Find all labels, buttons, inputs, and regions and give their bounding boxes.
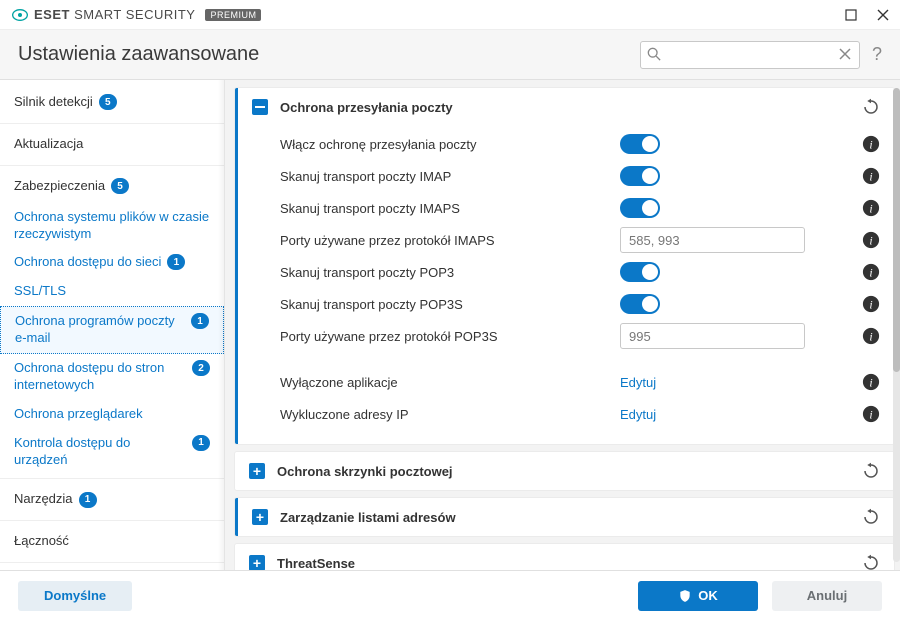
svg-text:i: i: [869, 331, 872, 344]
sidebar-item-detection-engine[interactable]: Silnik detekcji5: [0, 86, 224, 119]
row-excluded-ips: Wykluczone adresy IP Edytuj i: [280, 398, 880, 430]
toggle-scan-pop3s[interactable]: [620, 294, 660, 314]
header: Ustawienia zaawansowane ?: [0, 30, 900, 80]
shield-icon: [678, 589, 692, 603]
cancel-button[interactable]: Anuluj: [772, 581, 882, 611]
link-edit-excluded-ips[interactable]: Edytuj: [620, 407, 656, 422]
sidebar-sub-network-access[interactable]: Ochrona dostępu do sieci1: [0, 248, 224, 277]
sidebar-sub-web-access[interactable]: Ochrona dostępu do stron internetowych2: [0, 354, 224, 400]
panel-email-transport-protection: Ochrona przesyłania poczty Włącz ochronę…: [235, 88, 894, 444]
main-content: Ochrona przesyłania poczty Włącz ochronę…: [225, 80, 900, 570]
titlebar: ESET SMART SECURITY PREMIUM: [0, 0, 900, 30]
info-icon[interactable]: i: [862, 263, 880, 281]
expand-icon: +: [249, 555, 265, 570]
svg-text:i: i: [869, 299, 872, 312]
panel-head-email-transport[interactable]: Ochrona przesyłania poczty: [238, 88, 894, 126]
info-icon[interactable]: i: [862, 295, 880, 313]
panel-address-lists: + Zarządzanie listami adresów: [235, 498, 894, 536]
panel-head-mailbox[interactable]: + Ochrona skrzynki pocztowej: [235, 452, 894, 490]
window-maximize-button[interactable]: [842, 6, 860, 24]
toggle-enable-email-transport[interactable]: [620, 134, 660, 154]
search-icon: [647, 47, 661, 61]
svg-text:i: i: [869, 171, 872, 184]
panel-head-address-lists[interactable]: + Zarządzanie listami adresów: [238, 498, 894, 536]
eset-logo-icon: [12, 7, 28, 23]
scrollbar-thumb[interactable]: [893, 88, 900, 372]
ok-button[interactable]: OK: [638, 581, 758, 611]
info-icon[interactable]: i: [862, 405, 880, 423]
search-wrap: [640, 41, 860, 69]
row-scan-imaps: Skanuj transport poczty IMAPS i: [280, 192, 880, 224]
link-edit-excluded-apps[interactable]: Edytuj: [620, 375, 656, 390]
sidebar-item-connectivity[interactable]: Łączność: [0, 525, 224, 558]
info-icon[interactable]: i: [862, 199, 880, 217]
svg-text:i: i: [869, 203, 872, 216]
row-scan-pop3: Skanuj transport poczty POP3 i: [280, 256, 880, 288]
help-button[interactable]: ?: [872, 44, 882, 65]
row-scan-imap: Skanuj transport poczty IMAP i: [280, 160, 880, 192]
sidebar-item-protections[interactable]: Zabezpieczenia5: [0, 170, 224, 203]
panel-threatsense: + ThreatSense: [235, 544, 894, 570]
sidebar-sub-ssl-tls[interactable]: SSL/TLS: [0, 277, 224, 306]
undo-icon[interactable]: [862, 462, 880, 480]
undo-icon[interactable]: [862, 508, 880, 526]
info-icon[interactable]: i: [862, 327, 880, 345]
brand: ESET SMART SECURITY PREMIUM: [12, 7, 261, 23]
sidebar-item-ui[interactable]: Interfejs użytkownika2: [0, 567, 224, 570]
toggle-scan-pop3[interactable]: [620, 262, 660, 282]
svg-text:i: i: [869, 377, 872, 390]
svg-text:i: i: [869, 139, 872, 152]
clear-search-icon[interactable]: [837, 46, 853, 62]
search-input[interactable]: [640, 41, 860, 69]
toggle-scan-imaps[interactable]: [620, 198, 660, 218]
row-excluded-apps: Wyłączone aplikacje Edytuj i: [280, 366, 880, 398]
panel-title: Zarządzanie listami adresów: [280, 510, 862, 525]
page-title: Ustawienia zaawansowane: [18, 43, 259, 66]
panel-title: Ochrona przesyłania poczty: [280, 100, 862, 115]
brand-tier-badge: PREMIUM: [205, 9, 261, 21]
undo-icon[interactable]: [862, 98, 880, 116]
input-imaps-ports[interactable]: [620, 227, 805, 253]
sidebar: Silnik detekcji5 Aktualizacja Zabezpiecz…: [0, 80, 225, 570]
expand-icon: +: [249, 463, 265, 479]
info-icon[interactable]: i: [862, 231, 880, 249]
collapse-icon: [252, 99, 268, 115]
sidebar-sub-device-control[interactable]: Kontrola dostępu do urządzeń1: [0, 429, 224, 475]
panel-title: ThreatSense: [277, 556, 862, 571]
defaults-button[interactable]: Domyślne: [18, 581, 132, 611]
expand-icon: +: [252, 509, 268, 525]
row-scan-pop3s: Skanuj transport poczty POP3S i: [280, 288, 880, 320]
brand-text: ESET SMART SECURITY: [34, 7, 195, 22]
input-pop3s-ports[interactable]: [620, 323, 805, 349]
sidebar-item-tools[interactable]: Narzędzia1: [0, 483, 224, 516]
sidebar-sub-email-client[interactable]: Ochrona programów poczty e-mail1: [0, 306, 224, 354]
window-close-button[interactable]: [874, 6, 892, 24]
sidebar-sub-realtime-fs[interactable]: Ochrona systemu plików w czasie rzeczywi…: [0, 203, 224, 249]
info-icon[interactable]: i: [862, 373, 880, 391]
toggle-scan-imap[interactable]: [620, 166, 660, 186]
main-scrollbar[interactable]: [893, 88, 900, 562]
svg-text:i: i: [869, 267, 872, 280]
row-pop3s-ports: Porty używane przez protokół POP3S i: [280, 320, 880, 352]
svg-text:i: i: [869, 235, 872, 248]
panel-mailbox-protection: + Ochrona skrzynki pocztowej: [235, 452, 894, 490]
sidebar-item-update[interactable]: Aktualizacja: [0, 128, 224, 161]
undo-icon[interactable]: [862, 554, 880, 570]
info-icon[interactable]: i: [862, 167, 880, 185]
row-enable-email-transport: Włącz ochronę przesyłania poczty i: [280, 128, 880, 160]
row-imaps-ports: Porty używane przez protokół IMAPS i: [280, 224, 880, 256]
footer: Domyślne OK Anuluj: [0, 570, 900, 620]
panel-head-threatsense[interactable]: + ThreatSense: [235, 544, 894, 570]
sidebar-sub-browser-protection[interactable]: Ochrona przeglądarek: [0, 400, 224, 429]
panel-title: Ochrona skrzynki pocztowej: [277, 464, 862, 479]
svg-text:i: i: [869, 409, 872, 422]
info-icon[interactable]: i: [862, 135, 880, 153]
